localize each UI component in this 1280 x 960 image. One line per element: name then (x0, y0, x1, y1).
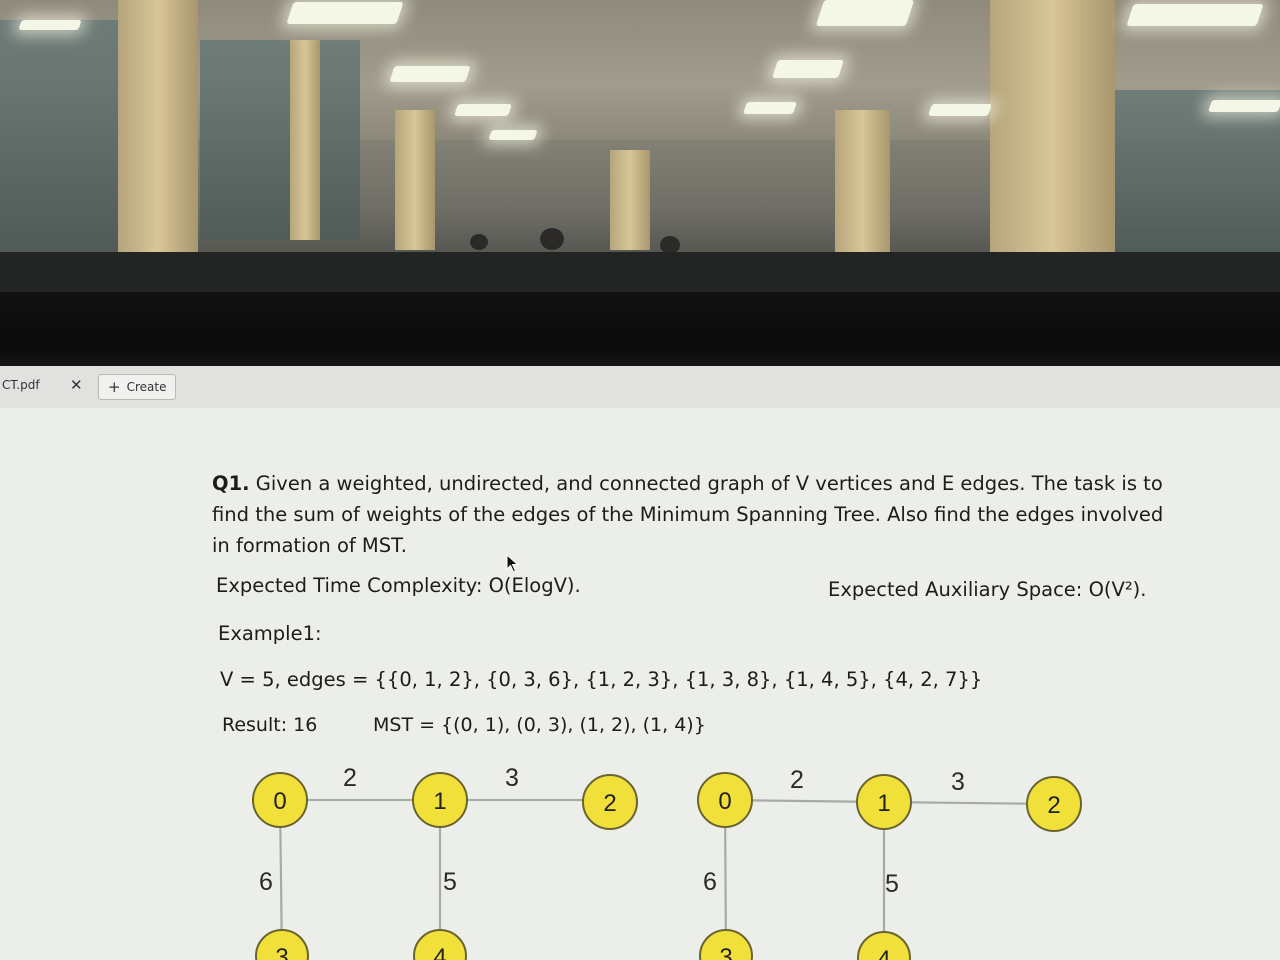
ceiling-light (1126, 4, 1264, 26)
svg-text:3: 3 (275, 944, 288, 960)
ceiling-light (743, 102, 797, 114)
background-office-scene (0, 0, 1280, 300)
graph-node: 3 (255, 929, 309, 960)
pillar (290, 40, 320, 240)
graph-left: 2 3 6 5 0 1 2 3 4 (252, 764, 638, 960)
ceiling-light (488, 130, 538, 140)
ceiling-light (454, 104, 512, 116)
svg-text:3: 3 (719, 944, 732, 960)
svg-text:0: 0 (718, 788, 731, 815)
weight-label: 6 (259, 868, 273, 896)
weight-label: 3 (951, 768, 965, 796)
close-icon[interactable]: ✕ (70, 376, 83, 394)
pdf-document-page: Q1. Given a weighted, undirected, and co… (0, 408, 1280, 960)
graph-node: 4 (857, 931, 911, 960)
ceiling-light (772, 60, 844, 78)
svg-text:4: 4 (877, 946, 890, 960)
graph-node: 4 (413, 929, 467, 960)
graph-node: 2 (582, 774, 638, 830)
tab-file-name[interactable]: CT.pdf (2, 378, 40, 392)
weight-label: 2 (343, 764, 357, 792)
pillar (395, 110, 435, 250)
weight-label: 5 (443, 868, 457, 896)
ceiling-light (389, 66, 471, 82)
graph-node: 2 (1026, 776, 1082, 832)
svg-text:4: 4 (433, 944, 446, 960)
ceiling-light (815, 0, 915, 26)
graph-node: 0 (697, 772, 753, 828)
graph-node: 0 (252, 772, 308, 828)
pillar (610, 150, 650, 250)
svg-text:2: 2 (1047, 792, 1060, 819)
graph-node: 1 (856, 774, 912, 830)
graph-node: 1 (412, 772, 468, 828)
graph-diagrams: 2 3 6 5 0 1 2 3 4 2 3 6 5 0 1 2 3 4 (252, 764, 1082, 960)
pillar (118, 0, 198, 260)
svg-text:1: 1 (877, 790, 890, 817)
weight-label: 2 (790, 766, 804, 794)
create-button-label: Create (126, 380, 167, 394)
ceiling-light (1208, 100, 1280, 112)
ceiling-light (928, 104, 992, 116)
pillar (835, 110, 890, 260)
svg-text:1: 1 (433, 788, 446, 815)
weight-label: 5 (885, 870, 899, 898)
graph-node: 3 (699, 929, 753, 960)
person (470, 234, 488, 250)
graph-right-mst: 2 3 6 5 0 1 2 3 4 (697, 766, 1082, 960)
weight-label: 6 (703, 868, 717, 896)
pillar (990, 0, 1115, 290)
svg-text:0: 0 (273, 788, 286, 815)
pdf-tab-bar: CT.pdf ✕ + Create (0, 366, 1280, 409)
plus-icon: + (108, 377, 121, 396)
person (540, 228, 564, 250)
create-button[interactable]: + Create (98, 374, 177, 400)
weight-label: 3 (505, 764, 519, 792)
monitor-bezel (0, 292, 1280, 372)
ceiling-light (286, 2, 404, 24)
monitor-screen: CT.pdf ✕ + Create Q1. Given a weighted, … (0, 366, 1280, 960)
glass-wall (0, 20, 120, 250)
ceiling-light (18, 20, 82, 30)
glass-wall (200, 40, 360, 240)
glass-wall (1100, 90, 1280, 260)
svg-text:2: 2 (603, 790, 616, 817)
